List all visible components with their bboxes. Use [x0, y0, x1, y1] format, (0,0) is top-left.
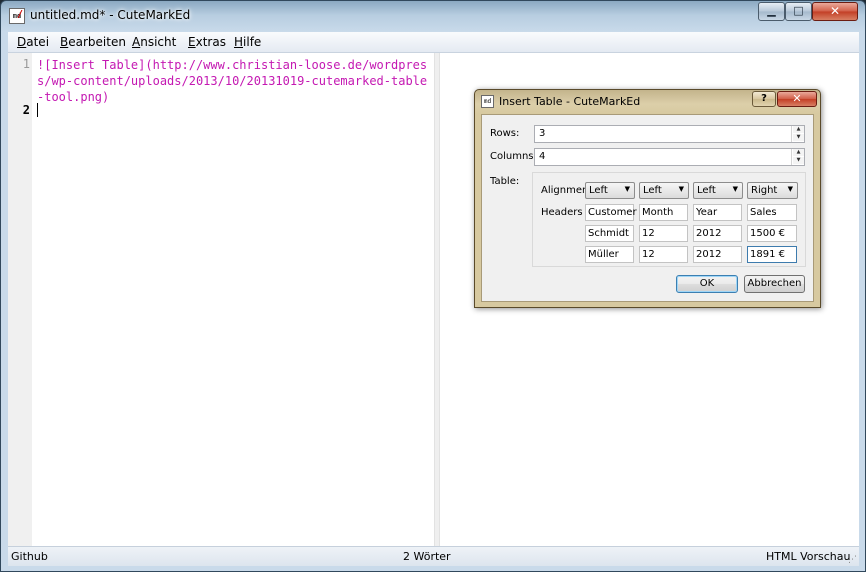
table-cell[interactable]: 2012	[693, 225, 742, 242]
dropdown-arrow-icon: ▼	[787, 185, 793, 193]
editor-text: ![Insert Table](http://www.christian-loo…	[37, 58, 428, 104]
spin-down-icon[interactable]: ▼	[793, 157, 804, 164]
app-icon: md	[9, 8, 25, 24]
dropdown-arrow-icon: ▼	[624, 185, 630, 193]
alignment-select-1[interactable]: Left ▼	[585, 182, 635, 199]
dialog-body: Rows: 3 ▲ ▼ Columns: 4 ▲ ▼ Table: Alignm…	[481, 114, 814, 302]
menu-bar: Datei Bearbeiten Ansicht Extras Hilfe	[8, 32, 859, 53]
table-editor: Alignment Headers Left ▼ Left ▼ Left ▼ Righ…	[532, 172, 806, 267]
spin-up-icon[interactable]: ▲	[793, 149, 804, 156]
table-cell[interactable]: 1891 €	[747, 246, 797, 263]
table-cell[interactable]: 12	[639, 246, 688, 263]
menu-ansicht[interactable]: Ansicht	[132, 35, 176, 49]
dialog-app-icon: md	[481, 95, 494, 108]
alignment-select-3[interactable]: Left ▼	[693, 182, 743, 199]
status-bar: Github 2 Wörter HTML Vorschau ⋰	[8, 546, 859, 566]
table-cell[interactable]: Schmidt	[585, 225, 634, 242]
alignment-select-2[interactable]: Left ▼	[639, 182, 689, 199]
columns-spinbox[interactable]: 4 ▲ ▼	[534, 148, 805, 166]
maximize-button[interactable]: □	[785, 2, 812, 21]
header-cell[interactable]: Sales	[747, 204, 797, 221]
dialog-title: Insert Table - CuteMarkEd	[499, 95, 641, 108]
status-preview-mode: HTML Vorschau	[766, 550, 851, 563]
status-word-count: 2 Wörter	[403, 550, 451, 563]
alignment-select-4[interactable]: Right ▼	[747, 182, 798, 199]
status-style: Github	[11, 550, 48, 563]
header-cell[interactable]: Customer	[585, 204, 637, 221]
menu-datei[interactable]: Datei	[17, 35, 49, 49]
table-label: Table:	[490, 176, 520, 187]
window-title: untitled.md* - CuteMarkEd	[30, 8, 191, 22]
table-cell[interactable]: 12	[639, 225, 688, 242]
resize-grip-icon[interactable]: ⋰	[848, 555, 857, 565]
help-button[interactable]: ?	[752, 91, 776, 107]
rows-value: 3	[539, 128, 546, 139]
header-cell[interactable]: Month	[639, 204, 688, 221]
table-cell[interactable]: Müller	[585, 246, 634, 263]
dropdown-arrow-icon: ▼	[732, 185, 738, 193]
dropdown-arrow-icon: ▼	[678, 185, 684, 193]
spin-down-icon[interactable]: ▼	[793, 134, 804, 141]
header-cell[interactable]: Year	[693, 204, 742, 221]
table-cell[interactable]: 2012	[693, 246, 742, 263]
cancel-button[interactable]: Abbrechen	[744, 275, 805, 293]
line-number: 2	[22, 103, 30, 117]
menu-extras[interactable]: Extras	[188, 35, 226, 49]
headers-label: Headers	[541, 207, 583, 218]
menu-hilfe[interactable]: Hilfe	[234, 35, 261, 49]
columns-label: Columns:	[490, 151, 537, 162]
minimize-button[interactable]: ▁	[758, 2, 785, 21]
rows-label: Rows:	[490, 128, 520, 139]
line-number-gutter: 1 2	[8, 53, 32, 546]
close-button[interactable]: ✕	[812, 2, 858, 21]
spin-up-icon[interactable]: ▲	[793, 126, 804, 133]
markdown-editor[interactable]: ![Insert Table](http://www.christian-loo…	[32, 53, 434, 546]
menu-bearbeiten[interactable]: Bearbeiten	[60, 35, 126, 49]
title-bar[interactable]: md untitled.md* - CuteMarkEd ▁ □ ✕	[1, 1, 865, 31]
ok-button[interactable]: OK	[676, 275, 738, 293]
insert-table-dialog: md Insert Table - CuteMarkEd ? ✕ Rows: 3…	[474, 89, 821, 308]
text-caret	[37, 103, 38, 117]
columns-value: 4	[539, 151, 546, 162]
table-cell[interactable]: 1500 €	[747, 225, 797, 242]
dialog-close-button[interactable]: ✕	[777, 91, 817, 107]
line-number: 1	[22, 57, 30, 71]
rows-spinbox[interactable]: 3 ▲ ▼	[534, 125, 805, 143]
